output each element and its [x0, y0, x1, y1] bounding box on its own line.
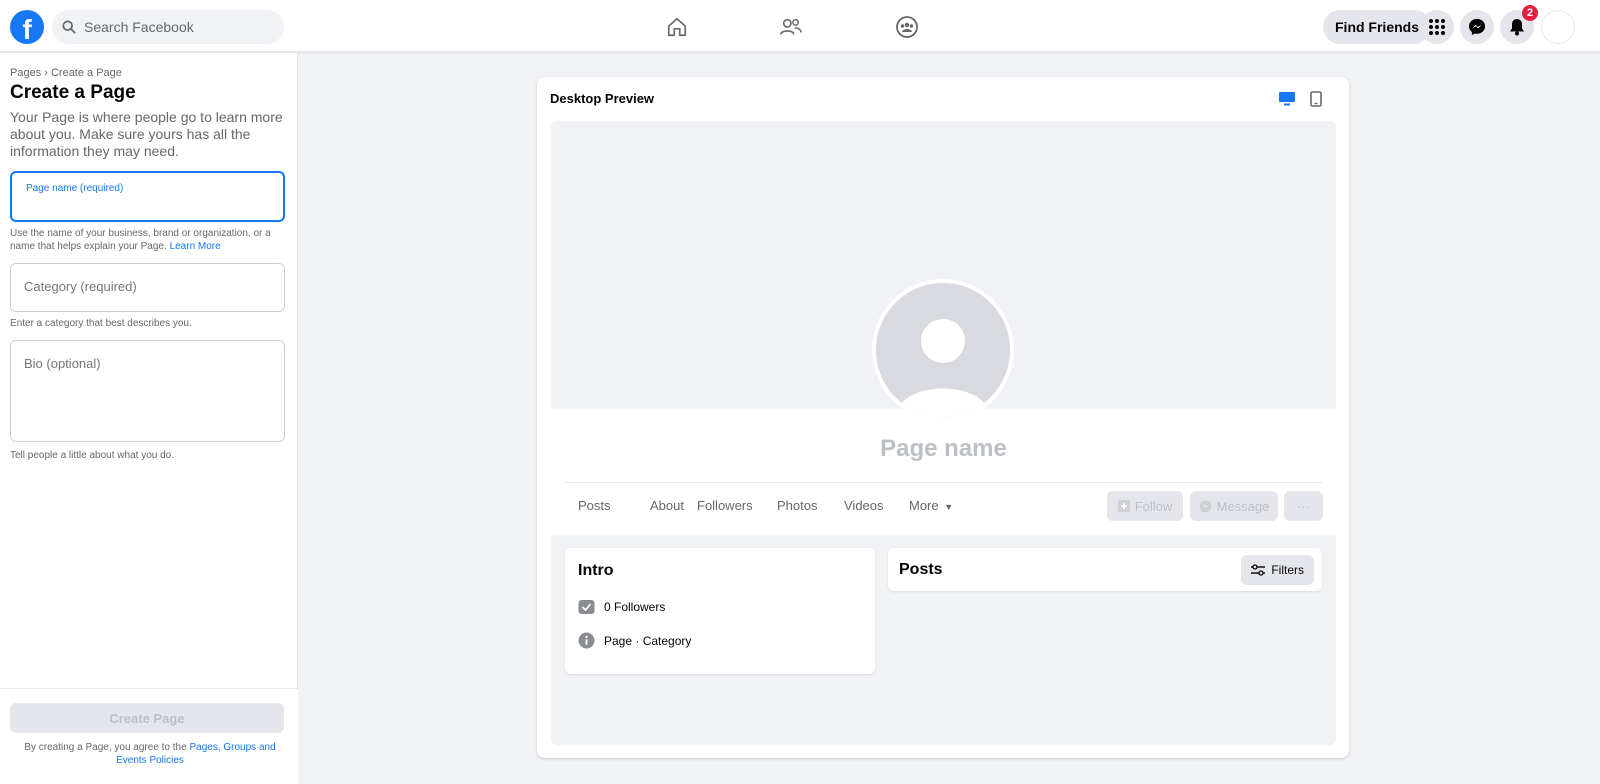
search-input[interactable] — [84, 19, 274, 35]
preview-page-name: Page name — [880, 435, 1007, 462]
follow-icon — [1117, 500, 1130, 512]
facebook-logo-icon[interactable]: f — [10, 10, 44, 44]
tab-photos[interactable]: Photos — [777, 498, 817, 513]
info-icon — [578, 632, 595, 649]
posts-card: Posts Filters — [888, 548, 1322, 591]
friends-icon[interactable] — [778, 14, 804, 40]
caret-down-icon: ▼ — [944, 502, 954, 512]
filters-label: Filters — [1271, 563, 1304, 577]
filters-button[interactable]: Filters — [1241, 555, 1314, 585]
posts-title: Posts — [899, 561, 943, 578]
create-page-button[interactable]: Create Page — [10, 703, 284, 733]
desktop-preview-card: Desktop Preview Page name Posts About Fo… — [537, 77, 1349, 758]
page-description: Your Page is where people go to learn mo… — [10, 109, 283, 159]
tab-posts[interactable]: Posts — [578, 498, 611, 513]
category-helper: Enter a category that best describes you… — [10, 318, 192, 329]
followers-count: 0 Followers — [604, 599, 666, 614]
page-category-text: Page · Category — [604, 633, 692, 648]
breadcrumb[interactable]: Pages › Create a Page — [10, 67, 122, 79]
tabs-divider — [565, 482, 1322, 483]
left-panel-footer: Create Page By creating a Page, you agre… — [0, 688, 298, 784]
grid-menu-icon[interactable] — [1420, 10, 1454, 44]
desktop-view-icon[interactable] — [1277, 89, 1297, 109]
home-icon[interactable] — [664, 14, 690, 40]
bell-icon — [1510, 19, 1524, 36]
page-title: Create a Page — [10, 82, 136, 103]
mobile-view-icon[interactable] — [1306, 89, 1326, 109]
tab-more[interactable]: More ▼ — [909, 498, 953, 513]
search-box[interactable] — [52, 10, 284, 44]
filters-icon — [1251, 564, 1266, 576]
preview-title: Desktop Preview — [550, 91, 655, 106]
bio-helper: Tell people a little about what you do. — [10, 450, 174, 461]
page-name-label: Page name (required) — [26, 183, 124, 194]
category-field[interactable] — [10, 263, 285, 312]
more-options-button[interactable]: ··· — [1284, 491, 1323, 521]
top-navigation-bar: f Find Friends 2 — [0, 0, 1600, 52]
terms-prefix: By creating a Page, you agree to the — [24, 742, 187, 753]
learn-more-link[interactable]: Learn More — [170, 241, 221, 252]
message-button[interactable]: Message — [1190, 491, 1278, 521]
intro-card: Intro 0 Followers Page · Category — [565, 548, 875, 674]
tab-videos[interactable]: Videos — [844, 498, 884, 513]
follow-button[interactable]: Follow — [1107, 491, 1183, 521]
page-preview: Page name Posts About Followers Photos V… — [551, 121, 1336, 745]
bio-input[interactable] — [24, 356, 269, 434]
message-label: Message — [1216, 498, 1270, 514]
search-icon — [62, 20, 76, 34]
category-input[interactable] — [24, 279, 269, 294]
followers-check-icon — [578, 600, 595, 614]
create-page-panel: Pages › Create a Page Create a Page Your… — [0, 53, 298, 784]
groups-icon[interactable] — [894, 14, 920, 40]
default-avatar-icon — [876, 283, 1010, 417]
notification-badge: 2 — [1522, 5, 1538, 21]
followers-row: 0 Followers — [578, 598, 665, 615]
tab-about[interactable]: About — [650, 498, 684, 513]
terms-text: By creating a Page, you agree to the Pag… — [10, 741, 290, 767]
account-avatar[interactable] — [1541, 10, 1575, 44]
find-friends-button[interactable]: Find Friends — [1323, 10, 1431, 44]
intro-title: Intro — [578, 562, 614, 579]
page-name-field[interactable]: Page name (required) — [10, 171, 285, 222]
page-name-input[interactable] — [25, 199, 270, 214]
messenger-small-icon — [1199, 500, 1211, 512]
bio-field[interactable] — [10, 340, 285, 442]
page-name-helper: Use the name of your business, brand or … — [10, 227, 285, 253]
messenger-icon[interactable] — [1460, 10, 1494, 44]
follow-label: Follow — [1134, 498, 1173, 514]
tab-followers[interactable]: Followers — [697, 498, 753, 513]
tab-more-label: More — [909, 498, 939, 513]
profile-picture — [872, 279, 1014, 421]
category-row: Page · Category — [578, 632, 691, 649]
page-name-helper-text: Use the name of your business, brand or … — [10, 228, 271, 252]
notifications-button[interactable]: 2 — [1500, 5, 1538, 44]
